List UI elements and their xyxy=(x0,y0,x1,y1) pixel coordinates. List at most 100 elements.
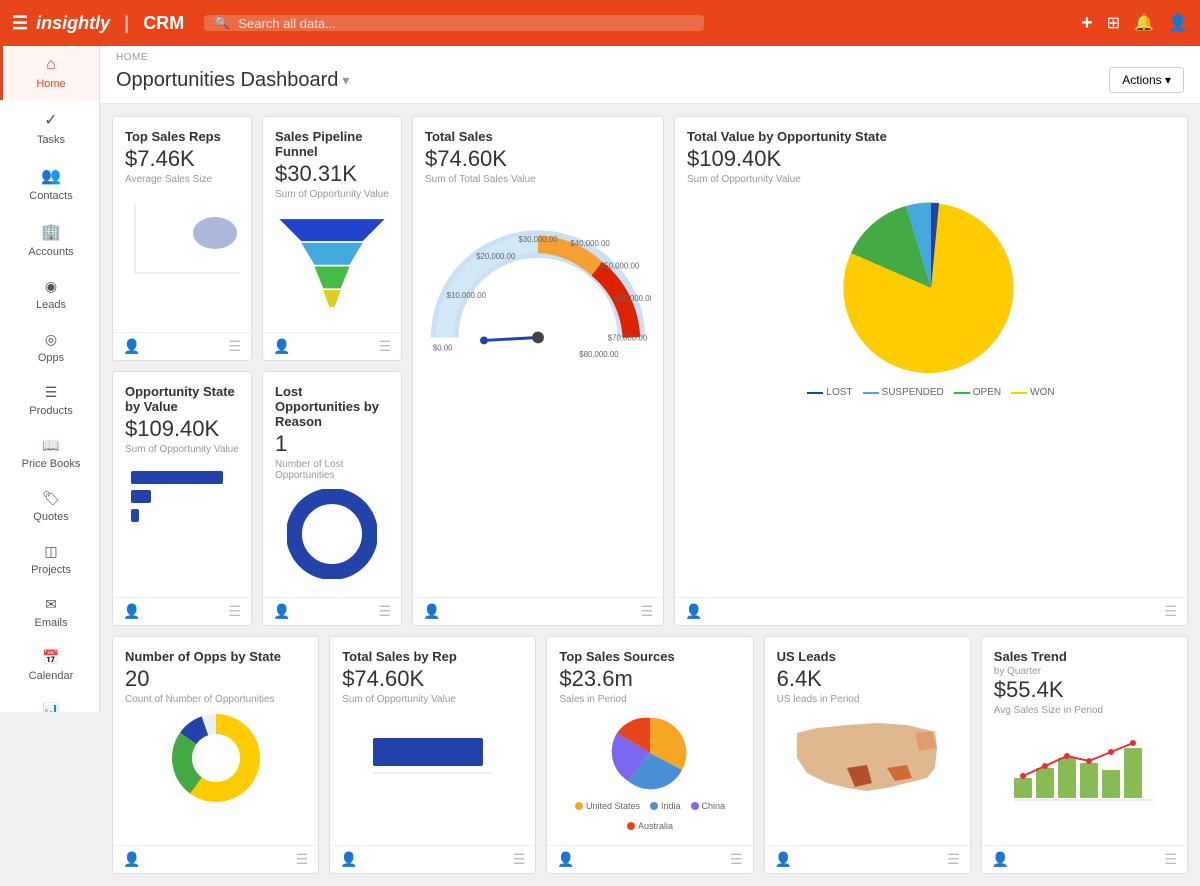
num-opps-donut xyxy=(171,713,261,803)
card-total-rep-subtitle: Sum of Opportunity Value xyxy=(342,694,523,705)
card-total-rep-value: $74.60K xyxy=(342,666,523,692)
sidebar-item-contacts[interactable]: 👥 Contacts xyxy=(0,156,99,212)
sidebar-label-projects: Projects xyxy=(31,564,71,576)
home-icon: ⌂ xyxy=(46,56,56,74)
card-top-sales-footer: 👤 ☰ xyxy=(113,332,251,360)
card-sources-title: Top Sales Sources xyxy=(559,649,740,664)
sidebar-item-products[interactable]: ☰ Products xyxy=(0,374,99,427)
sidebar-item-tasks[interactable]: ✓ Tasks xyxy=(0,100,99,156)
card-total-value-title: Total Value by Opportunity State xyxy=(687,129,1175,144)
card-total-rep-title: Total Sales by Rep xyxy=(342,649,523,664)
sidebar-label-quotes: Quotes xyxy=(33,511,68,523)
card-footer-user-icon: 👤 xyxy=(340,851,357,868)
svg-text:$30,000.00: $30,000.00 xyxy=(518,235,558,244)
price-books-icon: 📖 xyxy=(42,437,59,454)
sidebar-item-calendar[interactable]: 📅 Calendar xyxy=(0,639,99,692)
svg-text:$70,000.00: $70,000.00 xyxy=(608,333,648,342)
card-sales-trend: Sales Trend by Quarter $55.4K Avg Sales … xyxy=(981,636,1188,874)
card-total-sales-subtitle: Sum of Total Sales Value xyxy=(425,174,651,185)
us-leads-map-area xyxy=(777,713,958,833)
card-footer-user-icon: 👤 xyxy=(273,338,290,355)
logo-text: insightly xyxy=(36,13,110,34)
sidebar-item-price-books[interactable]: 📖 Price Books xyxy=(0,427,99,480)
search-input[interactable] xyxy=(238,16,694,31)
sidebar-item-emails[interactable]: ✉ Emails xyxy=(0,586,99,639)
card-lost-title: Lost Opportunities by Reason xyxy=(275,384,389,429)
card-us-leads-value: 6.4K xyxy=(777,666,958,692)
card-opp-title: Opportunity State by Value xyxy=(125,384,239,414)
logo: ☰ insightly | CRM xyxy=(12,13,184,34)
sidebar-item-quotes[interactable]: 🏷 Quotes xyxy=(0,480,99,533)
bar-row-2 xyxy=(131,490,234,503)
svg-text:$40,000.00: $40,000.00 xyxy=(570,239,610,248)
total-rep-bar-chart xyxy=(363,713,503,793)
card-footer-user-icon: 👤 xyxy=(775,851,792,868)
leads-icon: ◉ xyxy=(45,278,57,295)
card-lost-subtitle: Number of Lost Opportunities xyxy=(275,459,389,481)
sidebar-item-opps[interactable]: ◎ Opps xyxy=(0,321,99,374)
sidebar-label-emails: Emails xyxy=(34,617,67,629)
card-total-value-footer: 👤 ☰ xyxy=(675,597,1187,625)
card-footer-menu-icon[interactable]: ☰ xyxy=(228,603,241,620)
menu-icon[interactable]: ☰ xyxy=(12,13,28,34)
card-lost-opps: Lost Opportunities by Reason 1 Number of… xyxy=(262,371,402,626)
card-footer-user-icon: 👤 xyxy=(123,851,140,868)
card-pipeline: Sales Pipeline Funnel $30.31K Sum of Opp… xyxy=(262,116,402,361)
card-lost-footer: 👤 ☰ xyxy=(263,597,401,625)
card-footer-menu-icon[interactable]: ☰ xyxy=(513,851,526,868)
card-total-rep: Total Sales by Rep $74.60K Sum of Opport… xyxy=(329,636,536,874)
card-top-sales-reps: Top Sales Reps $7.46K Average Sales Size… xyxy=(112,116,252,361)
sidebar-item-home[interactable]: ⌂ Home xyxy=(0,46,99,100)
card-footer-menu-icon[interactable]: ☰ xyxy=(1164,603,1177,620)
lost-donut-area xyxy=(275,489,389,613)
card-footer-user-icon: 👤 xyxy=(423,603,440,620)
card-footer-menu-icon[interactable]: ☰ xyxy=(296,851,309,868)
sidebar-label-tasks: Tasks xyxy=(37,134,65,146)
card-top-sales-reps-value: $7.46K xyxy=(125,146,239,172)
dropdown-arrow: ▾ xyxy=(342,72,349,89)
card-footer-menu-icon[interactable]: ☰ xyxy=(378,603,391,620)
card-sources-subtitle: Sales in Period xyxy=(559,694,740,705)
sidebar-item-dashboards[interactable]: 📊 Dashboards xyxy=(0,692,99,712)
card-footer-menu-icon[interactable]: ☰ xyxy=(640,603,653,620)
card-num-opps-footer: 👤 ☰ xyxy=(113,845,318,873)
notifications-icon[interactable]: 🔔 xyxy=(1134,13,1154,33)
legend-open: OPEN xyxy=(954,387,1001,398)
emails-icon: ✉ xyxy=(45,596,57,613)
card-footer-menu-icon[interactable]: ☰ xyxy=(730,851,743,868)
breadcrumb: HOME xyxy=(100,46,1200,63)
topnav-actions: + ⊞ 🔔 👤 xyxy=(1081,12,1188,35)
quotes-icon: 🏷 xyxy=(42,490,60,507)
sidebar-item-projects[interactable]: ◫ Projects xyxy=(0,533,99,586)
card-sales-trend-sub: Avg Sales Size in Period xyxy=(994,705,1103,716)
sidebar-label-contacts: Contacts xyxy=(29,190,72,202)
card-footer-menu-icon[interactable]: ☰ xyxy=(378,338,391,355)
page-title: Opportunities Dashboard ▾ xyxy=(116,69,349,92)
card-total-sales-value: $74.60K xyxy=(425,146,651,172)
accounts-icon: 🏢 xyxy=(41,222,61,242)
card-us-leads-subtitle: US leads in Period xyxy=(777,694,958,705)
card-footer-menu-icon[interactable]: ☰ xyxy=(228,338,241,355)
gauge-chart: $0.00 $10,000.00 $20,000.00 $30,000.00 $… xyxy=(425,193,651,423)
actions-button[interactable]: Actions ▾ xyxy=(1109,67,1184,93)
card-footer-menu-icon[interactable]: ☰ xyxy=(1164,851,1177,868)
card-footer-user-icon: 👤 xyxy=(273,603,290,620)
card-us-leads-title: US Leads xyxy=(777,649,958,664)
search-bar[interactable]: 🔍 xyxy=(204,15,704,31)
sidebar-item-accounts[interactable]: 🏢 Accounts xyxy=(0,212,99,268)
pipeline-funnel-area xyxy=(275,208,389,348)
tasks-icon: ✓ xyxy=(44,110,57,130)
apps-icon[interactable]: ⊞ xyxy=(1107,13,1120,33)
add-icon[interactable]: + xyxy=(1081,12,1093,35)
sidebar-label-opps: Opps xyxy=(38,352,64,364)
card-sources: Top Sales Sources $23.6m Sales in Period… xyxy=(546,636,753,874)
user-icon[interactable]: 👤 xyxy=(1168,13,1188,33)
card-footer-menu-icon[interactable]: ☰ xyxy=(947,851,960,868)
sidebar-item-leads[interactable]: ◉ Leads xyxy=(0,268,99,321)
main-content: HOME Opportunities Dashboard ▾ Actions ▾… xyxy=(100,46,1200,886)
card-footer-user-icon: 👤 xyxy=(123,338,140,355)
opp-state-bars xyxy=(131,471,234,552)
num-opps-donut-area xyxy=(125,713,306,833)
card-top-sales-reps-subtitle: Average Sales Size xyxy=(125,174,239,185)
contacts-icon: 👥 xyxy=(41,166,61,186)
